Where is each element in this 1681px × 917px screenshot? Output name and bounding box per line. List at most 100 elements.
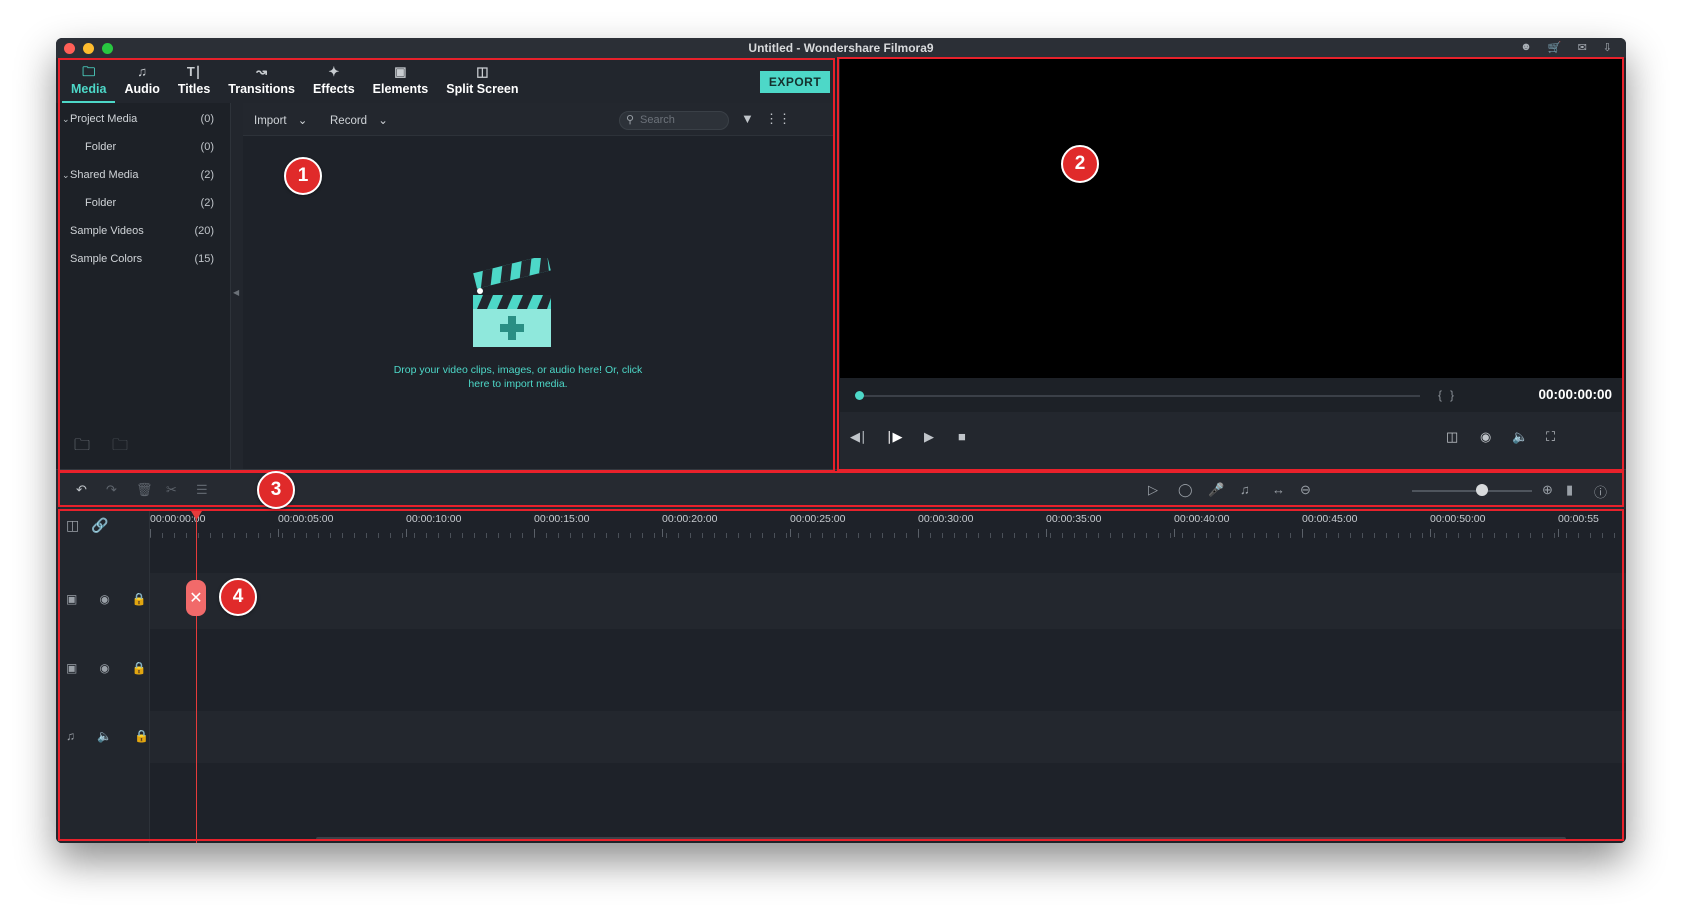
sidebar-item-sample-videos[interactable]: Sample Videos (20) — [56, 217, 230, 245]
transitions-icon: ↝ — [256, 64, 268, 79]
tab-effects[interactable]: ✦ Effects — [304, 58, 364, 103]
split-scissors-button[interactable]: ✕ — [186, 580, 206, 616]
user-icon[interactable]: ☻ — [1520, 41, 1532, 54]
preview-scrubber: {} 00:00:00:00 — [840, 378, 1622, 412]
export-button[interactable]: EXPORT — [760, 71, 830, 93]
music-note-icon: ♫ — [66, 729, 75, 743]
sidebar-item-count: (0) — [200, 113, 214, 125]
fit-timeline-icon[interactable]: ↔ — [1272, 482, 1285, 497]
tab-media[interactable]: 🗀 Media — [62, 58, 116, 103]
search-input[interactable]: ⚲ Search — [619, 111, 729, 130]
add-track-icon[interactable]: ◫ — [66, 517, 79, 534]
tab-transitions[interactable]: ↝ Transitions — [219, 58, 304, 103]
column-icon[interactable]: ▮ — [1566, 482, 1573, 498]
filter-icon[interactable]: ▼ — [741, 111, 754, 126]
snapshot-icon[interactable]: ◉ — [1480, 429, 1491, 445]
image-icon: ▣ — [394, 64, 407, 79]
video-track-1[interactable] — [150, 573, 1626, 629]
lock-icon[interactable]: 🔒 — [132, 661, 147, 675]
mail-icon[interactable]: ✉ — [1578, 41, 1587, 54]
ruler-tick — [918, 529, 919, 537]
undo-icon[interactable]: ↶ — [76, 482, 87, 498]
ruler-tick — [150, 529, 151, 537]
stop-icon[interactable]: ■ — [958, 429, 966, 444]
audio-mixer-icon[interactable]: ♫ — [1240, 482, 1250, 497]
tab-titles[interactable]: T∣ Titles — [169, 58, 219, 103]
sidebar-item-project-media[interactable]: ⌄ Project Media (0) — [56, 105, 230, 133]
sidebar-item-folder[interactable]: Folder (0) — [56, 133, 230, 161]
cart-icon[interactable]: 🛒 — [1548, 41, 1562, 54]
chevron-down-icon[interactable]: ⌄ — [62, 170, 70, 181]
collapse-arrow-icon[interactable]: ◀ — [233, 288, 239, 297]
record-dropdown[interactable]: Record ⌄ — [330, 113, 388, 127]
callout-badge-4: 4 — [219, 578, 257, 616]
scrub-track[interactable] — [860, 395, 1420, 397]
zoom-slider-track[interactable] — [1412, 490, 1532, 492]
adjust-icon[interactable]: ☰ — [196, 482, 208, 498]
delete-folder-icon[interactable]: 🗀 — [112, 434, 128, 461]
tab-split-screen[interactable]: ◫ Split Screen — [437, 58, 527, 103]
link-icon[interactable]: 🔗 — [91, 517, 108, 534]
microphone-icon[interactable]: 🎤 — [1208, 482, 1224, 498]
folder-icon: 🗀 — [82, 64, 96, 79]
audio-track[interactable] — [150, 711, 1626, 763]
sidebar-item-sample-colors[interactable]: Sample Colors (15) — [56, 245, 230, 273]
record-label: Record — [330, 115, 368, 127]
render-preview-icon[interactable]: ◫ — [1446, 429, 1458, 445]
new-folder-icon[interactable]: 🗀 — [74, 434, 90, 461]
playhead-line[interactable] — [196, 509, 197, 843]
tab-label: Titles — [177, 82, 211, 96]
zoom-window-button[interactable] — [102, 43, 113, 54]
drop-import-hint[interactable]: Drop your video clips, images, or audio … — [368, 363, 668, 391]
render-icon[interactable]: ▷ — [1148, 482, 1158, 498]
clapperboard-icon[interactable] — [471, 258, 555, 350]
volume-icon[interactable]: 🔈 — [1512, 429, 1528, 445]
callout-badge-3: 3 — [257, 471, 295, 509]
video-track-2[interactable] — [150, 629, 1626, 711]
video-track-2-controls: ▣ ◉ 🔒 — [66, 661, 147, 675]
download-icon[interactable]: ⇩ — [1603, 41, 1612, 54]
delete-icon[interactable]: 🗑 — [136, 482, 153, 498]
panel-splitter[interactable]: ◀ — [230, 103, 242, 469]
timeline-scrollbar[interactable] — [316, 837, 1566, 841]
ruler-label: 00:00:30:00 — [918, 513, 974, 525]
cut-icon[interactable]: ✂ — [166, 482, 177, 498]
sidebar-item-label: Shared Media — [70, 169, 139, 181]
callout-badge-1: 1 — [284, 157, 322, 195]
marker-icon[interactable]: ◯ — [1178, 482, 1193, 498]
ruler-tick — [790, 529, 791, 537]
sidebar-item-shared-media[interactable]: ⌄ Shared Media (2) — [56, 161, 230, 189]
import-dropdown[interactable]: Import ⌄ — [254, 113, 307, 127]
import-label: Import — [254, 115, 287, 127]
video-track-1-controls: ▣ ◉ 🔒 — [66, 592, 147, 606]
scissors-icon: ✕ — [189, 590, 203, 607]
split-screen-icon: ◫ — [476, 64, 489, 79]
minimize-window-button[interactable] — [83, 43, 94, 54]
eye-icon[interactable]: ◉ — [99, 661, 109, 675]
chevron-down-icon[interactable]: ⌄ — [62, 114, 70, 125]
media-content-area[interactable]: Import ⌄ Record ⌄ ⚲ Search ▼ ⋮⋮ Drop you… — [243, 103, 834, 469]
lock-icon[interactable]: 🔒 — [132, 592, 147, 606]
redo-icon[interactable]: ↷ — [106, 482, 117, 498]
play-forward-icon[interactable]: ▶ — [924, 429, 934, 445]
ruler-tick — [1430, 529, 1431, 537]
zoom-out-icon[interactable]: ⊖ — [1300, 482, 1311, 498]
time-ruler[interactable]: 00:00:00:00 00:00:05:00 00:00:10:00 00:0… — [150, 509, 1626, 539]
speaker-icon[interactable]: 🔈 — [97, 729, 112, 743]
lock-icon[interactable]: 🔒 — [134, 729, 149, 743]
grid-view-icon[interactable]: ⋮⋮ — [765, 111, 791, 127]
eye-icon[interactable]: ◉ — [99, 592, 109, 606]
tab-elements[interactable]: ▣ Elements — [364, 58, 438, 103]
play-icon[interactable]: ∣▶ — [886, 429, 903, 445]
step-back-icon[interactable]: ◀∣ — [850, 429, 867, 445]
fullscreen-icon[interactable]: ⛶ — [1546, 429, 1555, 445]
close-window-button[interactable] — [64, 43, 75, 54]
help-icon[interactable]: ⓘ — [1594, 482, 1607, 501]
scrub-handle[interactable] — [855, 391, 864, 400]
sidebar-item-shared-folder[interactable]: Folder (2) — [56, 189, 230, 217]
tab-audio[interactable]: ♫ Audio — [115, 58, 168, 103]
in-out-markers[interactable]: {} — [1438, 388, 1462, 402]
ruler-label: 00:00:15:00 — [534, 513, 590, 525]
zoom-in-icon[interactable]: ⊕ — [1542, 482, 1553, 498]
zoom-slider-handle[interactable] — [1476, 484, 1488, 496]
